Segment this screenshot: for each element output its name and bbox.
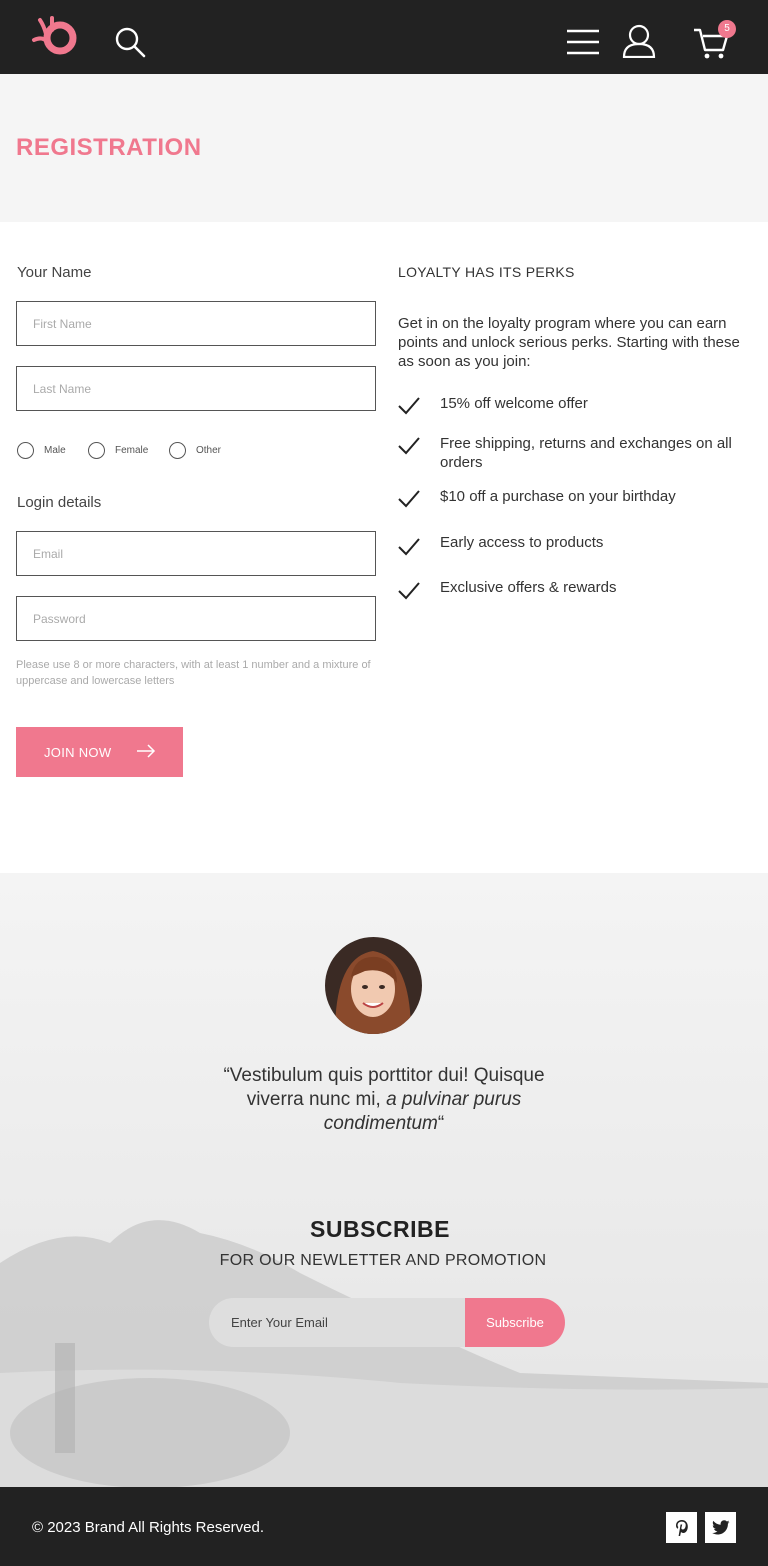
first-name-input[interactable] (17, 302, 375, 345)
testimonial-quote: “Vestibulum quis porttitor dui! Quisque … (194, 1064, 574, 1136)
perk-item: Exclusive offers & rewards (440, 579, 617, 596)
subscribe-subtitle: FOR OUR NEWLETTER AND PROMOTION (219, 1252, 547, 1269)
subscribe-email-input[interactable] (209, 1298, 469, 1347)
radio-circle[interactable] (169, 442, 186, 459)
footer: © 2023 Brand All Rights Reserved. (0, 1487, 768, 1566)
subscribe-email-field[interactable] (209, 1298, 469, 1347)
page-title-band: REGISTRATION (0, 74, 768, 222)
first-name-field[interactable] (16, 301, 376, 346)
password-input[interactable] (17, 597, 375, 640)
radio-circle[interactable] (17, 442, 34, 459)
perk-item: $10 off a purchase on your birthday (440, 488, 676, 505)
search-icon[interactable] (114, 26, 146, 58)
gender-radio-female[interactable]: Female (88, 442, 148, 459)
checkmark-icon (398, 397, 420, 415)
arrow-right-icon (137, 744, 156, 758)
cart-count-badge: 5 (718, 20, 736, 38)
radio-label-other: Other (196, 445, 222, 456)
password-field[interactable] (16, 596, 376, 641)
join-now-button[interactable]: JOIN NOW (16, 727, 183, 777)
subscribe-title: SUBSCRIBE (310, 1216, 450, 1242)
checkmark-icon (398, 582, 420, 600)
checkmark-icon (398, 490, 420, 508)
last-name-input[interactable] (17, 367, 375, 410)
pinterest-icon[interactable] (666, 1512, 697, 1543)
radio-circle[interactable] (88, 442, 105, 459)
brand-logo[interactable] (30, 16, 78, 58)
twitter-icon[interactable] (705, 1512, 736, 1543)
gender-radio-male[interactable]: Male (17, 442, 66, 459)
perks-intro: Get in on the loyalty program where you … (398, 315, 740, 370)
testimonial-subscribe-section: “Vestibulum quis porttitor dui! Quisque … (0, 873, 768, 1487)
perk-item: 15% off welcome offer (440, 395, 588, 412)
radio-label-female: Female (115, 445, 149, 456)
your-name-label: Your Name (17, 264, 92, 281)
email-field[interactable] (16, 531, 376, 576)
perks-title: LOYALTY HAS ITS PERKS (398, 264, 575, 280)
testimonial-avatar (325, 937, 422, 1034)
join-now-label: JOIN NOW (44, 744, 112, 760)
quote-close: “ (437, 1113, 445, 1134)
password-hint: Please use 8 or more characters, with at… (16, 659, 371, 687)
top-navigation-bar: 5 (0, 0, 768, 74)
page-title: REGISTRATION (16, 134, 202, 161)
radio-label-male: Male (44, 445, 66, 456)
user-icon[interactable] (622, 24, 656, 58)
checkmark-icon (398, 437, 420, 455)
gender-radio-other[interactable]: Other (169, 442, 221, 459)
copyright-text: © 2023 Brand All Rights Reserved. (32, 1519, 265, 1536)
subscribe-button[interactable]: Subscribe (465, 1298, 565, 1347)
email-input[interactable] (17, 532, 375, 575)
perk-item: Free shipping, returns and exchanges on … (440, 435, 732, 471)
hamburger-menu-icon[interactable] (565, 28, 601, 56)
last-name-field[interactable] (16, 366, 376, 411)
login-details-label: Login details (17, 494, 102, 511)
checkmark-icon (398, 538, 420, 556)
perk-item: Early access to products (440, 534, 604, 551)
